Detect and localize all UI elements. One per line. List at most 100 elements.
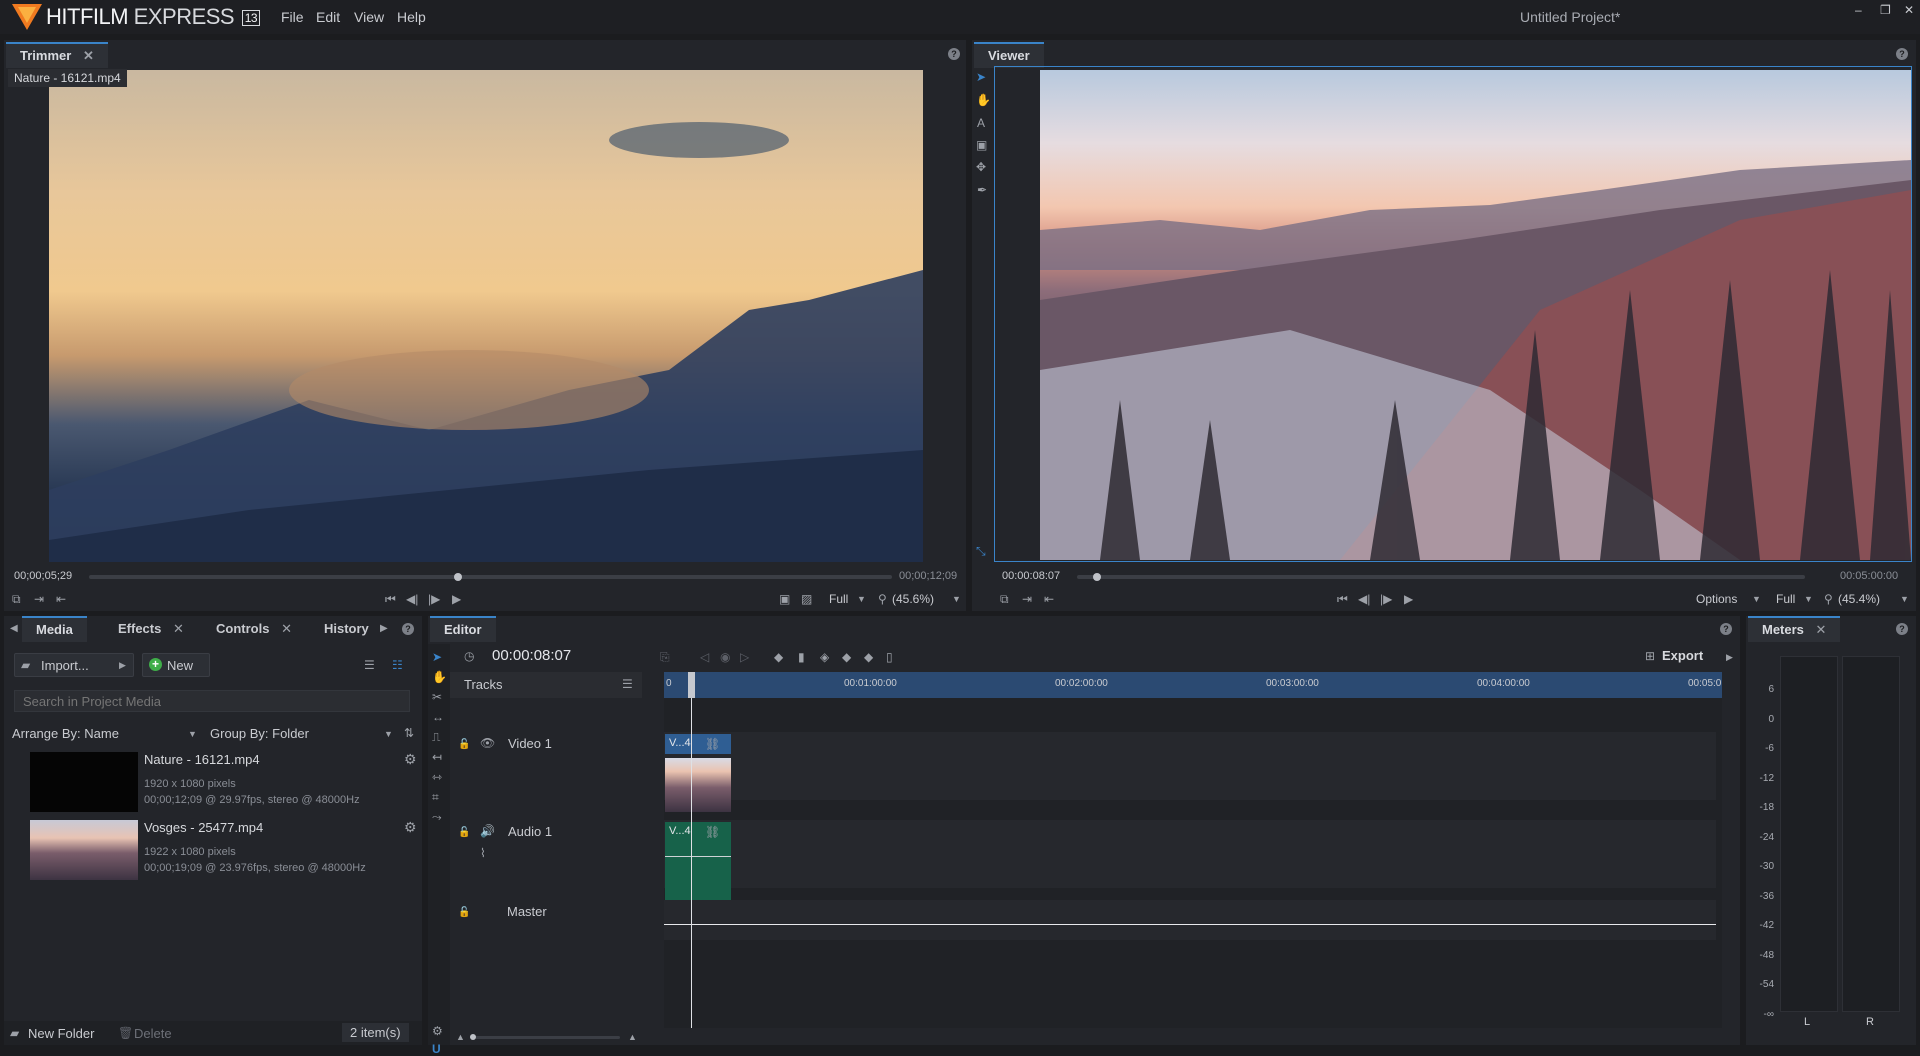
lock-icon[interactable]: 🔓 <box>458 826 470 840</box>
record-icon[interactable]: ◉ <box>720 650 730 664</box>
viewer-options-button[interactable]: Options <box>1696 592 1737 606</box>
select-tool-icon[interactable]: ➤ <box>976 70 986 84</box>
editor-timecode[interactable]: 00:00:08:07 <box>492 647 571 664</box>
insert-icon[interactable]: ⇥ <box>34 592 44 606</box>
tab-viewer[interactable]: Viewer <box>974 42 1044 68</box>
hand-tool-icon[interactable]: ✋ <box>976 93 991 107</box>
render-icon[interactable]: ⎘ <box>660 650 670 664</box>
tab-controls[interactable]: Controls ✕ <box>216 616 292 642</box>
loop-icon[interactable]: ⧉ <box>1000 592 1009 606</box>
export-icon[interactable]: ⊞ <box>1645 649 1655 663</box>
menu-file[interactable]: File <box>281 9 304 25</box>
import-button[interactable]: ▰ Import... ▶ <box>14 653 134 677</box>
close-icon[interactable]: ✕ <box>173 621 184 636</box>
trimmer-scrub-bar[interactable] <box>89 573 892 581</box>
help-icon[interactable]: ? <box>1720 623 1732 635</box>
chevron-down-icon[interactable]: ▼ <box>1900 592 1909 606</box>
go-to-start-icon[interactable]: ⏮ <box>385 592 396 606</box>
zoom-slider-knob[interactable] <box>470 1034 476 1040</box>
chevron-right-icon[interactable]: ▶ <box>380 622 388 636</box>
close-icon[interactable]: ✕ <box>1816 622 1827 637</box>
help-icon[interactable]: ? <box>1896 48 1908 60</box>
zoom-out-icon[interactable]: ▲ <box>456 1030 465 1044</box>
delete-button[interactable]: Delete <box>134 1026 172 1041</box>
gear-icon[interactable]: ⚙ <box>404 820 417 834</box>
minimize-button[interactable]: – <box>1855 3 1862 17</box>
zoom-in-icon[interactable]: ▲ <box>628 1030 637 1044</box>
help-icon[interactable]: ? <box>402 623 414 635</box>
overlay-icon[interactable]: ⇤ <box>56 592 66 606</box>
export-button[interactable]: Export <box>1662 648 1703 663</box>
menu-help[interactable]: Help <box>397 9 426 25</box>
step-back-icon[interactable]: ◀| <box>1358 592 1370 606</box>
media-item[interactable]: Nature - 16121.mp4 1920 x 1080 pixels 00… <box>4 750 422 816</box>
rate-stretch-icon[interactable]: ⇿ <box>432 770 442 784</box>
tab-trimmer[interactable]: Trimmer ✕ <box>6 42 108 68</box>
next-edit-icon[interactable]: ▷ <box>740 650 749 664</box>
slip-tool-icon[interactable]: ↔ <box>432 710 444 724</box>
time-ruler[interactable]: 0 00:01:00:00 00:02:00:00 00:03:00:00 00… <box>664 672 1722 698</box>
ripple-tool-icon[interactable]: ↤ <box>432 750 442 764</box>
insert-icon[interactable]: ⇥ <box>1022 592 1032 606</box>
chevron-left-icon[interactable]: ◀ <box>10 622 18 636</box>
step-forward-icon[interactable]: |▶ <box>1380 592 1392 606</box>
move-tool-icon[interactable]: ✥ <box>976 160 986 174</box>
new-folder-button[interactable]: New Folder <box>28 1026 94 1041</box>
in-point-icon[interactable]: ▮ <box>798 650 805 664</box>
media-search-input[interactable] <box>14 690 410 712</box>
chevron-down-icon[interactable]: ▼ <box>1752 592 1761 606</box>
waveform-icon[interactable]: ⌇ <box>480 846 486 860</box>
zoom-search-icon[interactable]: ⚲ <box>878 592 887 606</box>
hand-tool-icon[interactable]: ✋ <box>432 670 447 684</box>
video-clip[interactable]: V...4 ⛓ <box>665 734 731 812</box>
tab-history[interactable]: History <box>324 616 369 642</box>
timeline-zoom-slider[interactable] <box>470 1034 620 1040</box>
pen-tool-icon[interactable]: ✒ <box>977 183 987 197</box>
eye-icon[interactable]: 👁 <box>480 736 495 750</box>
razor-tool-icon[interactable]: ✂ <box>432 690 442 704</box>
chevron-down-icon[interactable]: ▼ <box>952 592 961 606</box>
maximize-button[interactable]: ❐ <box>1880 3 1891 17</box>
magnet-icon[interactable]: U <box>432 1042 441 1056</box>
transform-tool-icon[interactable]: ▣ <box>976 138 987 152</box>
tab-effects[interactable]: Effects ✕ <box>118 616 184 642</box>
new-button[interactable]: + New <box>142 653 210 677</box>
media-item[interactable]: Vosges - 25477.mp4 1922 x 1080 pixels 00… <box>4 818 422 884</box>
tab-meters[interactable]: Meters ✕ <box>1748 616 1841 642</box>
chevron-right-icon[interactable]: ▶ <box>1726 650 1733 664</box>
keyframe-prev-icon[interactable]: ◆ <box>842 650 851 664</box>
photo-icon[interactable]: ▨ <box>801 592 812 606</box>
group-by-select[interactable]: Group By: Folder ▼ <box>210 724 398 744</box>
lock-icon[interactable]: 🔓 <box>458 738 470 752</box>
track-select-icon[interactable]: ⤳ <box>432 810 442 824</box>
slide-tool-icon[interactable]: ⎍ <box>432 730 440 744</box>
step-back-icon[interactable]: ◀| <box>406 592 418 606</box>
viewer-zoom-value[interactable]: (45.4%) <box>1838 592 1880 606</box>
help-icon[interactable]: ? <box>1896 623 1908 635</box>
close-window-button[interactable]: ✕ <box>1904 3 1914 17</box>
gear-icon[interactable]: ⚙ <box>432 1024 443 1038</box>
trimmer-zoom-value[interactable]: (45.6%) <box>892 592 934 606</box>
prev-edit-icon[interactable]: ◁ <box>700 650 709 664</box>
viewer-scrub-bar[interactable] <box>1077 573 1805 581</box>
viewer-playhead-knob[interactable] <box>1092 573 1101 581</box>
close-icon[interactable]: ✕ <box>281 621 292 636</box>
arrange-by-select[interactable]: Arrange By: Name ▼ <box>12 724 200 744</box>
playhead[interactable] <box>688 672 695 1028</box>
playhead-handle[interactable] <box>688 672 695 698</box>
list-view-icon[interactable]: ☰ <box>364 658 375 672</box>
keyframe-icon[interactable]: ◈ <box>820 650 829 664</box>
speaker-icon[interactable]: 🔊 <box>480 824 495 838</box>
expand-icon[interactable]: ⤡ <box>976 544 986 558</box>
zoom-search-icon[interactable]: ⚲ <box>1824 592 1833 606</box>
go-to-start-icon[interactable]: ⏮ <box>1337 592 1348 606</box>
marker-icon[interactable]: ◆ <box>774 650 783 664</box>
overlay-icon[interactable]: ⇤ <box>1044 592 1054 606</box>
step-forward-icon[interactable]: |▶ <box>428 592 440 606</box>
gear-icon[interactable]: ⚙ <box>404 752 417 766</box>
trimmer-playhead-knob[interactable] <box>454 573 463 581</box>
keyframe-next-icon[interactable]: ◆ <box>864 650 873 664</box>
roll-tool-icon[interactable]: ⌗ <box>432 790 439 804</box>
menu-edit[interactable]: Edit <box>316 9 340 25</box>
menu-icon[interactable]: ☰ <box>622 677 633 691</box>
